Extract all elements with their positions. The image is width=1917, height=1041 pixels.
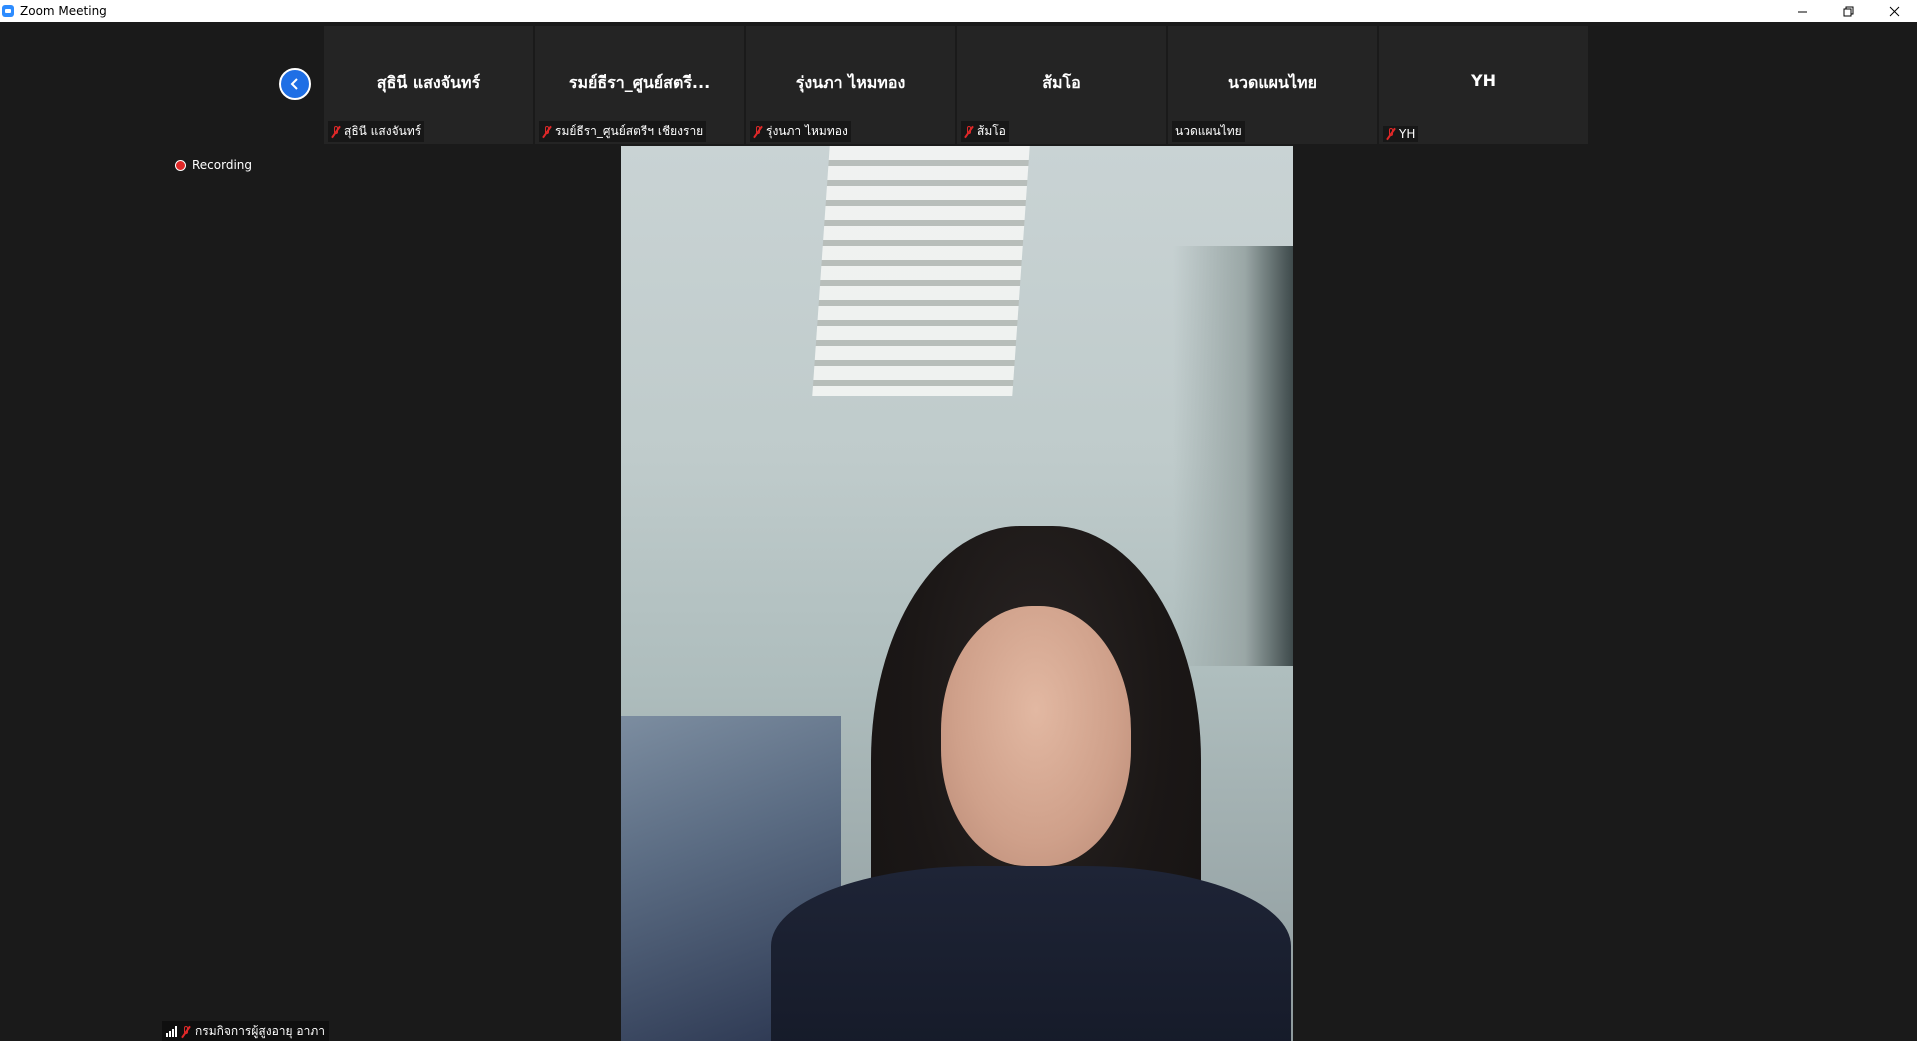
- participant-label-text: ส้มโอ: [977, 124, 1006, 138]
- person-face-shape: [941, 606, 1131, 866]
- chevron-left-icon: [290, 78, 298, 90]
- participant-label-text: รมย์ธีรา_ศูนย์สตรีฯ เชียงราย: [555, 124, 704, 138]
- mic-muted-icon: [181, 1025, 191, 1038]
- recording-indicator[interactable]: Recording: [175, 158, 252, 172]
- restore-icon: [1843, 6, 1853, 16]
- participant-label-text: นวดแผนไทย: [1175, 124, 1242, 138]
- participant-strip: สุธินี แสงจันทร์ สุธินี แสงจันทร์ รมย์ธี…: [324, 26, 1588, 144]
- participant-tile[interactable]: YH YH: [1379, 26, 1588, 144]
- participant-tile[interactable]: รมย์ธีรา_ศูนย์สตรี... รมย์ธีรา_ศูนย์สตรี…: [535, 26, 744, 144]
- signal-bars-icon: [166, 1026, 177, 1037]
- participant-display-name: รุ่งนภา ไหมทอง: [795, 73, 906, 92]
- participant-display-name: YH: [1471, 71, 1496, 90]
- ceiling-light-shape: [812, 146, 1030, 396]
- participant-name-label: รมย์ธีรา_ศูนย์สตรีฯ เชียงราย: [539, 121, 707, 142]
- participant-name-label: นวดแผนไทย: [1172, 121, 1245, 142]
- close-button[interactable]: [1871, 0, 1917, 22]
- close-icon: [1889, 6, 1899, 16]
- participant-tile[interactable]: รุ่งนภา ไหมทอง รุ่งนภา ไหมทอง: [746, 26, 955, 144]
- mic-muted-icon: [964, 125, 974, 138]
- collapse-strip-button[interactable]: [279, 68, 311, 100]
- participant-tile[interactable]: สุธินี แสงจันทร์ สุธินี แสงจันทร์: [324, 26, 533, 144]
- mic-muted-icon: [1386, 128, 1396, 140]
- person-body-shape: [771, 866, 1291, 1041]
- minimize-button[interactable]: [1779, 0, 1825, 22]
- participant-display-name: นวดแผนไทย: [1228, 73, 1317, 92]
- minimize-icon: [1797, 11, 1807, 12]
- recording-label: Recording: [192, 158, 253, 172]
- participant-label-text: สุธินี แสงจันทร์: [344, 124, 422, 138]
- participant-label-text: รุ่งนภา ไหมทอง: [766, 124, 848, 138]
- participant-name-label: รุ่งนภา ไหมทอง: [750, 121, 851, 142]
- participant-display-name: สุธินี แสงจันทร์: [376, 73, 481, 92]
- participant-name-label: สุธินี แสงจันทร์: [328, 121, 425, 142]
- participant-display-name: รมย์ธีรา_ศูนย์สตรี...: [568, 73, 711, 92]
- wall-shape: [1173, 246, 1293, 666]
- zoom-app-icon: [2, 5, 14, 17]
- mic-muted-icon: [753, 125, 763, 138]
- record-dot-icon: [175, 159, 186, 171]
- mic-muted-icon: [542, 125, 552, 138]
- mic-muted-icon: [331, 125, 341, 138]
- active-speaker-name: กรมกิจการผู้สูงอายุ อาภา: [195, 1024, 325, 1038]
- meeting-area: สุธินี แสงจันทร์ สุธินี แสงจันทร์ รมย์ธี…: [0, 22, 1917, 1041]
- active-speaker-video[interactable]: [621, 146, 1293, 1041]
- participant-name-label: ส้มโอ: [961, 121, 1009, 142]
- restore-button[interactable]: [1825, 0, 1871, 22]
- window-title: Zoom Meeting: [20, 4, 107, 18]
- participant-label-text: YH: [1399, 127, 1416, 141]
- window-controls: [1779, 0, 1917, 22]
- participant-name-label: YH: [1383, 126, 1419, 142]
- title-bar: Zoom Meeting: [0, 0, 1917, 22]
- participant-display-name: ส้มโอ: [1042, 73, 1081, 92]
- participant-tile[interactable]: นวดแผนไทย นวดแผนไทย: [1168, 26, 1377, 144]
- active-speaker-label: กรมกิจการผู้สูงอายุ อาภา: [162, 1021, 329, 1041]
- participant-tile[interactable]: ส้มโอ ส้มโอ: [957, 26, 1166, 144]
